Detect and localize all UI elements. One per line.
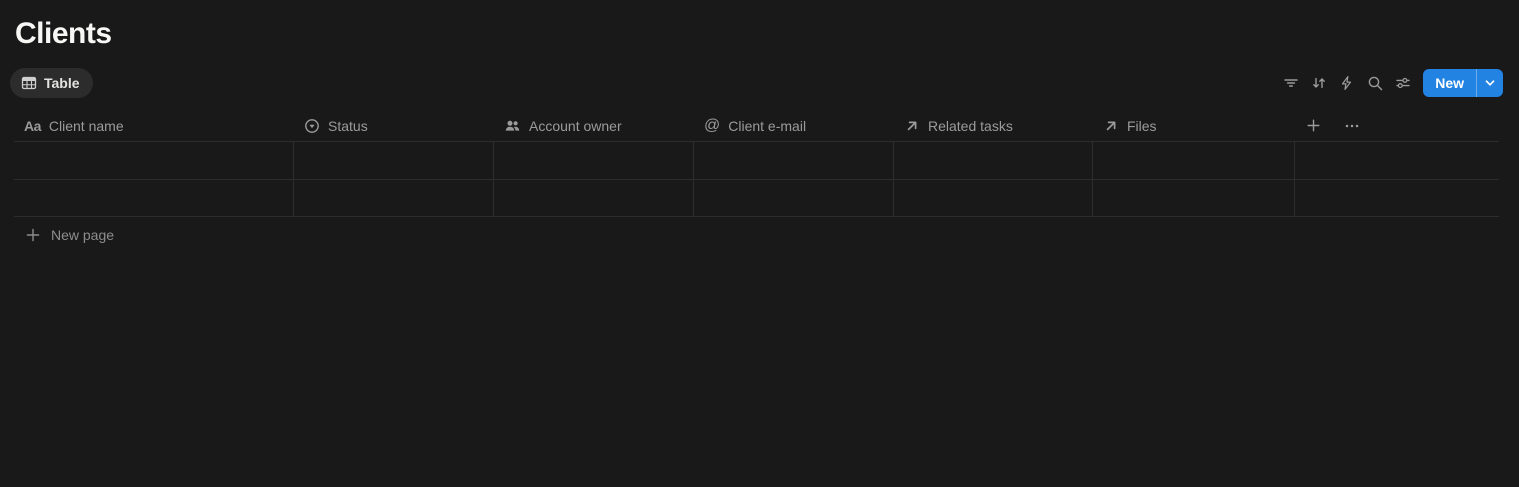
table-grid-icon [21,75,37,91]
table-cell[interactable] [494,142,694,179]
column-header-files[interactable]: Files [1093,110,1295,141]
column-header-status[interactable]: Status [294,110,494,141]
table-cell[interactable] [894,180,1093,216]
view-tab-table[interactable]: Table [10,68,93,98]
sort-icon [1311,75,1327,91]
column-label: Account owner [529,117,622,134]
column-label: Files [1127,117,1157,134]
table-cell[interactable] [1093,142,1295,179]
view-settings-button[interactable] [1389,69,1417,97]
relation-arrow-icon [1103,118,1119,134]
clients-table: Aa Client name Status Account owner @ Cl… [14,110,1499,253]
status-icon [304,118,320,134]
table-cell[interactable] [14,180,294,216]
table-cell[interactable] [294,180,494,216]
more-options-button[interactable] [1341,115,1363,137]
new-button[interactable]: New [1423,69,1503,97]
sliders-icon [1395,75,1411,91]
table-cell[interactable] [294,142,494,179]
view-tab-label: Table [44,75,80,91]
view-bar: Table New [10,68,1503,98]
plus-icon [1306,118,1321,133]
new-page-button[interactable]: New page [14,217,1499,253]
add-property-button[interactable] [1302,115,1324,137]
relation-arrow-icon [904,118,920,134]
automation-button[interactable] [1333,69,1361,97]
table-cell[interactable] [694,180,894,216]
column-header-account-owner[interactable]: Account owner [494,110,694,141]
column-label: Related tasks [928,117,1013,134]
table-row[interactable] [14,142,1499,180]
at-sign-icon: @ [704,116,721,134]
new-button-dropdown[interactable] [1477,69,1503,97]
plus-icon [25,227,41,243]
filter-icon [1283,75,1299,91]
table-cell[interactable] [694,142,894,179]
header-extra-area [1295,110,1499,141]
sort-button[interactable] [1305,69,1333,97]
new-button-label[interactable]: New [1423,69,1476,97]
table-cell[interactable] [894,142,1093,179]
column-header-related-tasks[interactable]: Related tasks [894,110,1093,141]
column-label: Client name [48,117,124,134]
column-header-client-name[interactable]: Aa Client name [14,110,294,141]
column-label: Status [328,117,368,134]
column-header-client-email[interactable]: @ Client e-mail [694,110,894,141]
table-cell[interactable] [1093,180,1295,216]
people-icon [504,118,521,134]
chevron-down-icon [1483,76,1497,90]
search-button[interactable] [1361,69,1389,97]
column-label: Client e-mail [728,117,807,134]
table-row[interactable] [14,180,1499,217]
title-text-icon: Aa [24,117,41,134]
table-cell-filler [1295,142,1499,179]
ellipsis-icon [1344,118,1360,134]
filter-button[interactable] [1277,69,1305,97]
table-cell-filler [1295,180,1499,216]
search-icon [1367,75,1384,92]
page-title[interactable]: Clients [15,16,112,52]
table-cell[interactable] [494,180,694,216]
table-header-row: Aa Client name Status Account owner @ Cl… [14,110,1499,142]
toolbar: New [1277,69,1503,97]
table-cell[interactable] [14,142,294,179]
new-page-label: New page [51,227,115,243]
lightning-icon [1339,75,1355,91]
